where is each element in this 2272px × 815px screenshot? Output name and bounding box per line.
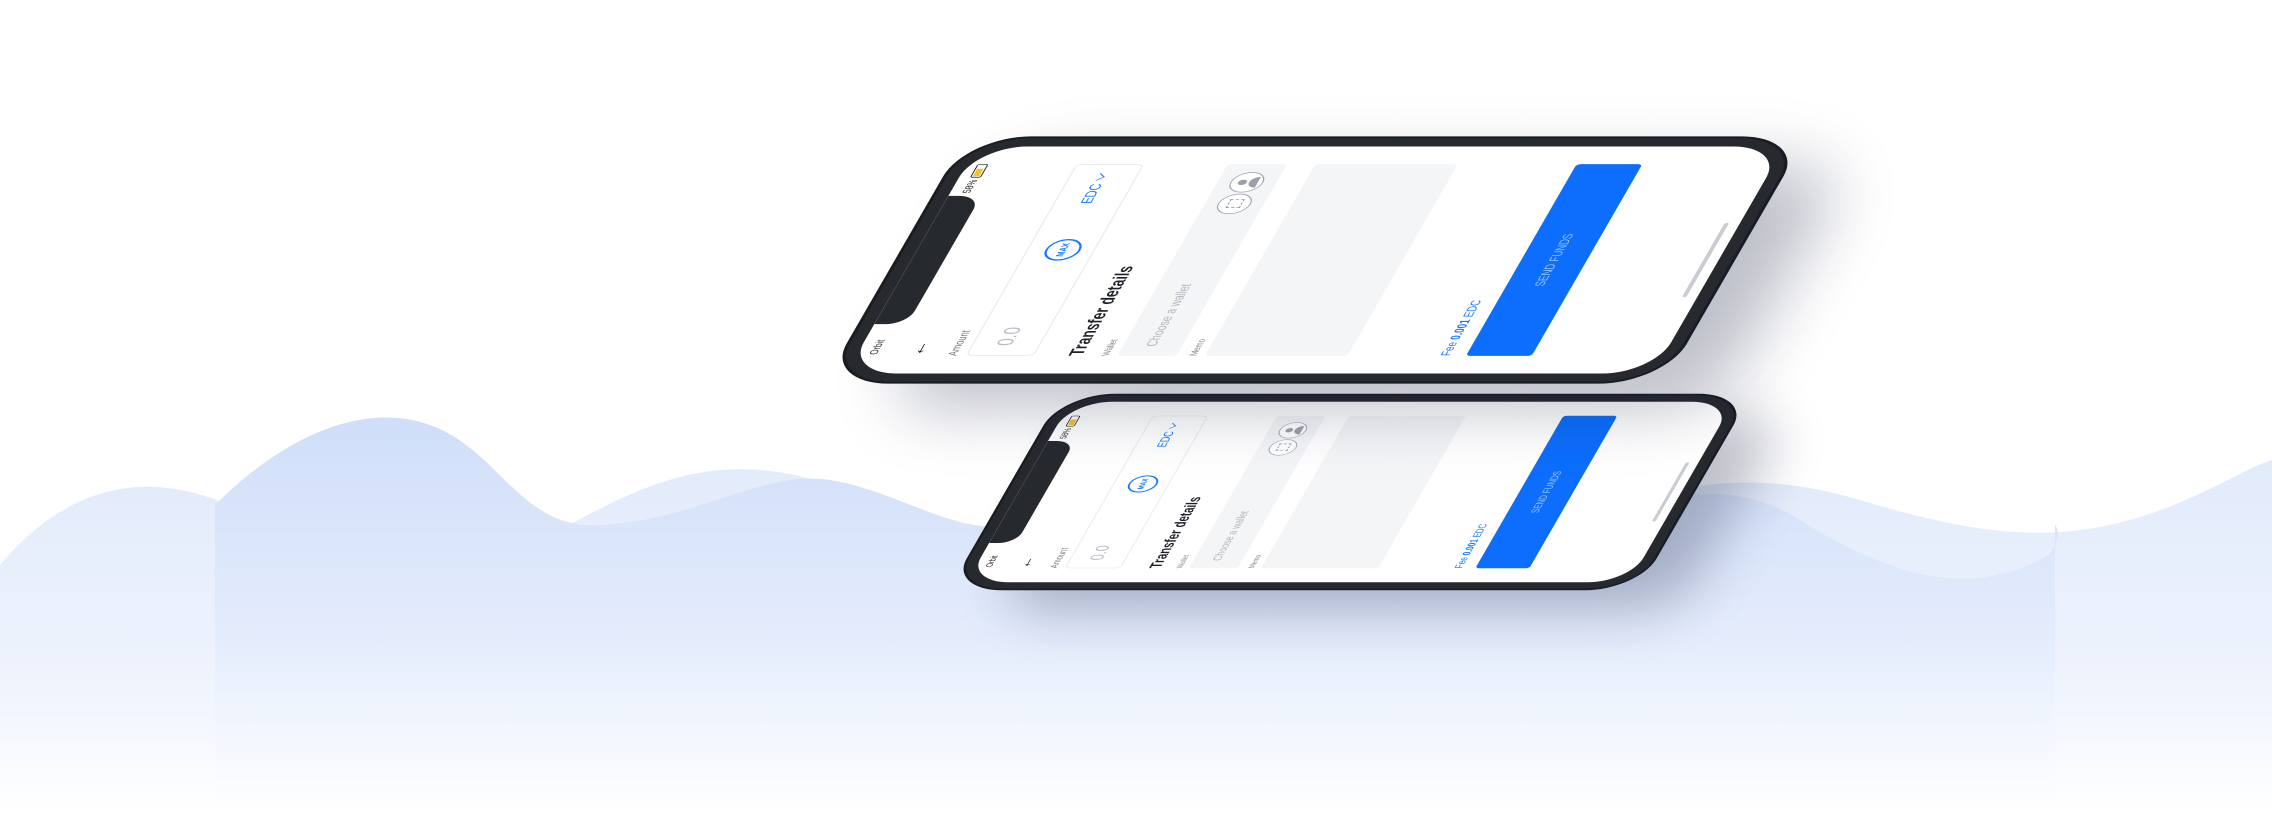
fee-currency: EDC [1469,523,1491,538]
contact-icon[interactable] [1224,172,1270,193]
fee-value: 0.001 [1459,539,1482,556]
chevron-down-icon [1092,173,1105,181]
phone-body: Orbit 58% ← Amount 0.0 MAX EDC Transfer … [951,395,1749,589]
back-arrow-icon[interactable]: ← [900,341,937,356]
currency-select[interactable]: EDC [1153,422,1181,448]
amount-field[interactable]: 0.0 MAX EDC [965,164,1145,356]
max-button[interactable]: MAX [1123,475,1163,493]
contact-icon[interactable] [1274,422,1312,439]
fee-currency: EDC [1459,300,1485,318]
phone-screen: Orbit 58% ← Amount 0.0 MAX EDC Transfer … [845,146,1785,374]
fee-prefix: Fee [1437,341,1461,356]
chevron-down-icon [1165,422,1177,429]
battery-label: 58% [960,179,981,194]
send-funds-button[interactable]: SEND FUNDS [1465,164,1643,356]
carrier-label: Orbit [867,339,889,355]
wallet-placeholder: Choose a wallet [1209,511,1252,561]
qr-scan-icon[interactable] [1212,193,1257,215]
amount-input[interactable]: 0.0 [1086,545,1115,560]
battery-icon [1065,415,1081,427]
max-button[interactable]: MAX [1039,239,1087,261]
phone-mockup-front: Orbit 58% ← Amount 0.0 MAX EDC Transfer … [827,138,1803,382]
phone-screen: Orbit 58% ← Amount 0.0 MAX EDC Transfer … [966,401,1734,583]
back-arrow-icon[interactable]: ← [1011,556,1041,568]
battery-label: 58% [1058,428,1075,439]
amount-field[interactable]: 0.0 MAX EDC [1064,415,1209,569]
phone-mockup-back: Orbit 58% ← Amount 0.0 MAX EDC Transfer … [951,395,1749,589]
fee-prefix: Fee [1451,557,1471,569]
phone-body: Orbit 58% ← Amount 0.0 MAX EDC Transfer … [827,138,1803,382]
battery-indicator: 58% [961,164,990,193]
send-funds-button[interactable]: SEND FUNDS [1475,415,1618,569]
fee-value: 0.001 [1446,319,1474,340]
wallet-placeholder: Choose a wallet [1142,283,1195,347]
carrier-label: Orbit [984,555,1001,568]
battery-indicator: 58% [1058,415,1081,439]
currency-select[interactable]: EDC [1076,173,1112,204]
qr-scan-icon[interactable] [1264,439,1302,456]
currency-label: EDC [1153,431,1177,448]
currency-label: EDC [1076,183,1106,204]
battery-icon [970,164,990,178]
amount-input[interactable]: 0.0 [992,327,1028,346]
